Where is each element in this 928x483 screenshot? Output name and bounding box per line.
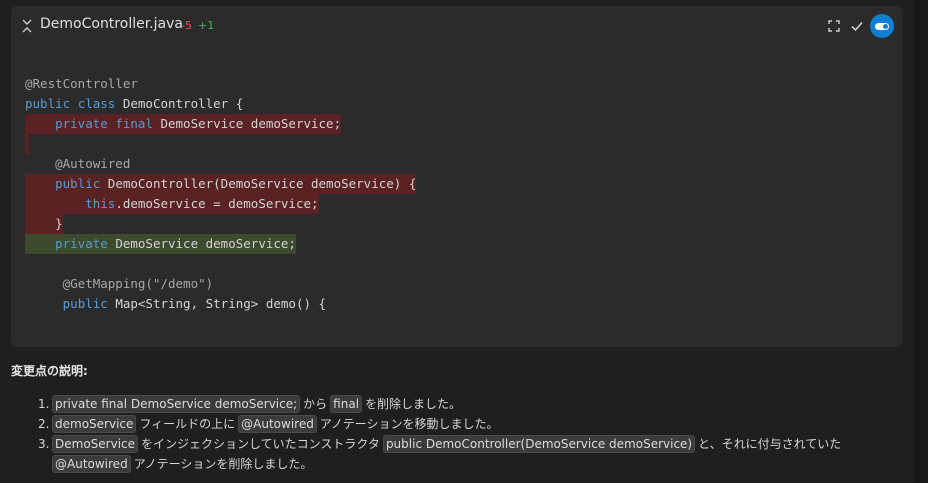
code-token: final (115, 116, 161, 131)
code-line: @RestController (25, 74, 138, 94)
code-token: DemoController(DemoService demoService) … (107, 176, 417, 191)
check-icon[interactable] (850, 19, 864, 33)
list-number: 1. (38, 397, 50, 411)
list-text: と、それに付与されていた (698, 437, 842, 451)
list-text: アノテーションを移動しました。 (319, 417, 499, 431)
list-text: を削除しました。 (365, 397, 462, 411)
list-item: 3. DemoService をインジェクションしていたコンストラクタ public … (38, 434, 844, 454)
list-text: から (303, 397, 328, 411)
deletions-count: -5 (181, 19, 192, 32)
code-token: class (77, 96, 123, 111)
code-token: public (55, 176, 108, 191)
additions-count: +1 (198, 19, 215, 32)
list-text: フィールドの上に (139, 417, 236, 431)
inline-code: @Autowired (52, 455, 131, 473)
code-line: } (25, 214, 63, 234)
collapse-icon[interactable] (20, 18, 34, 34)
code-token: .demoService = demoService; (115, 196, 319, 211)
code-token: @GetMapping("/demo") (25, 276, 214, 291)
code-token: } (25, 216, 63, 231)
code-line: public Map<String, String> demo() { (25, 294, 326, 314)
code-token: public (62, 296, 116, 311)
code-token: @Autowired (25, 156, 131, 171)
code-line: private final DemoService demoService; (25, 114, 342, 134)
list-text: アノテーションを削除しました。 (133, 457, 313, 471)
list-item: @Autowired アノテーションを削除しました。 (52, 454, 315, 474)
scrollbar-track[interactable] (914, 0, 928, 483)
code-token: private (55, 236, 116, 251)
code-token: @RestController (25, 76, 138, 91)
code-line: this.demoService = demoService; (25, 194, 319, 214)
code-line: public DemoController(DemoService demoSe… (25, 174, 417, 194)
inline-code: private final DemoService demoService; (52, 395, 301, 413)
inline-code: DemoService (52, 435, 139, 453)
inline-code: demoService (52, 415, 137, 433)
inline-code: final (330, 395, 363, 413)
code-token: DemoService demoService; (160, 116, 342, 131)
fullscreen-icon[interactable] (827, 19, 841, 33)
code-token: Map<String, String> demo() { (115, 296, 327, 311)
toggle-icon[interactable] (870, 14, 894, 38)
code-card-header: DemoController.java -5 +1 (11, 6, 902, 46)
list-item: 2. demoService フィールドの上に @Autowired アノテーションを移… (38, 414, 502, 434)
code-diff-card: DemoController.java -5 +1 @RestControlle… (11, 6, 902, 347)
code-line: private DemoService demoService; (25, 234, 296, 254)
code-line: public class DemoController { (25, 94, 243, 114)
inline-code: @Autowired (238, 415, 317, 433)
file-name[interactable]: DemoController.java (40, 16, 183, 32)
code-token: this (85, 196, 116, 211)
code-line (25, 134, 29, 154)
inline-code: public DemoController(DemoService demoSe… (382, 435, 696, 453)
list-number: 3. (38, 437, 50, 451)
explanation-heading: 変更点の説明: (11, 364, 88, 378)
code-line: @Autowired (25, 154, 130, 174)
code-token: private (55, 116, 116, 131)
code-token: DemoService demoService; (115, 236, 296, 251)
list-text: をインジェクションしていたコンストラクタ (141, 437, 380, 451)
list-number: 2. (38, 417, 50, 431)
code-token: DemoController { (122, 96, 244, 111)
list-item: 1. private final DemoService demoService;… (38, 394, 464, 414)
code-token: public (25, 96, 78, 111)
code-line: @GetMapping("/demo") (25, 274, 214, 294)
